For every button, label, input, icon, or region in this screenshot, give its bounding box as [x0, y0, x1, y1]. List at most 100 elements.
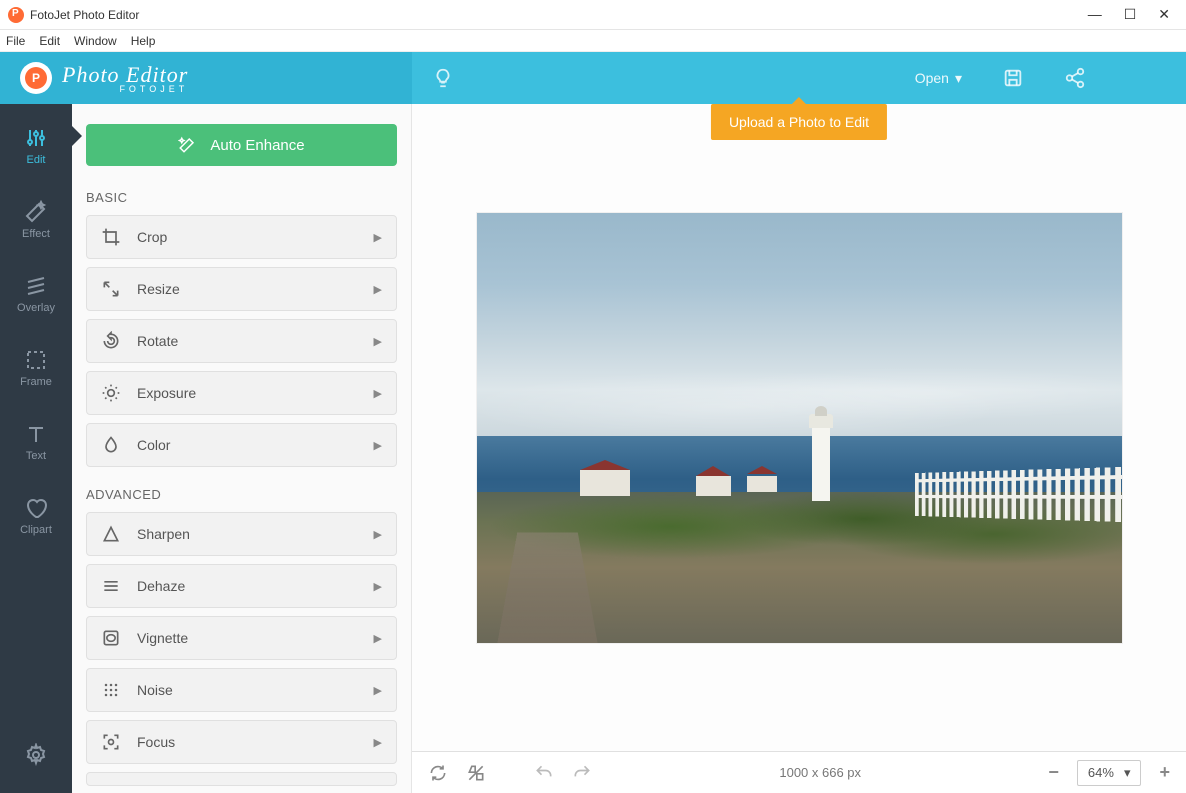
tool-label: Resize	[137, 281, 180, 297]
zoom-value: 64%	[1088, 765, 1114, 780]
caret-down-icon: ▾	[1124, 765, 1131, 781]
brand-logo-icon: P	[20, 62, 52, 94]
menu-window[interactable]: Window	[74, 34, 117, 48]
chevron-right-icon: ▶	[374, 528, 382, 541]
nav-settings[interactable]	[0, 737, 72, 773]
nav-label: Effect	[22, 228, 50, 240]
chevron-right-icon: ▶	[374, 439, 382, 452]
sliders-icon	[24, 126, 48, 150]
tool-label: Sharpen	[137, 526, 190, 542]
chevron-right-icon: ▶	[374, 632, 382, 645]
focus-icon	[101, 732, 121, 752]
tool-label: Dehaze	[137, 578, 185, 594]
app-bar: P Photo Editor FOTOJET Open ▾ Upload a P…	[0, 52, 1186, 104]
grid-dots-icon	[101, 680, 121, 700]
advanced-section-label: ADVANCED	[86, 487, 397, 502]
minimize-button[interactable]: —	[1088, 6, 1102, 23]
tool-label: Noise	[137, 682, 173, 698]
tool-sharpen[interactable]: Sharpen ▶	[86, 512, 397, 556]
tool-dehaze[interactable]: Dehaze ▶	[86, 564, 397, 608]
close-button[interactable]: ✕	[1158, 6, 1170, 23]
vignette-icon	[101, 628, 121, 648]
save-icon[interactable]	[1002, 67, 1024, 89]
texture-icon	[24, 274, 48, 298]
tool-label: Vignette	[137, 630, 188, 646]
photo-preview[interactable]	[477, 213, 1122, 643]
nav-frame[interactable]: Frame	[0, 342, 72, 394]
tool-focus[interactable]: Focus ▶	[86, 720, 397, 764]
zoom-out-button[interactable]: −	[1048, 762, 1059, 783]
share-icon[interactable]	[1064, 67, 1086, 89]
auto-enhance-button[interactable]: Auto Enhance	[86, 124, 397, 166]
menu-file[interactable]: File	[6, 34, 25, 48]
tool-label: Focus	[137, 734, 175, 750]
dimensions-label: 1000 x 666 px	[779, 765, 861, 780]
upload-tooltip: Upload a Photo to Edit	[711, 104, 887, 140]
triangle-icon	[101, 524, 121, 544]
hint-icon[interactable]	[432, 67, 454, 89]
chevron-right-icon: ▶	[374, 283, 382, 296]
zoom-in-button[interactable]: +	[1159, 762, 1170, 783]
nav-effect[interactable]: Effect	[0, 194, 72, 246]
tool-label: Exposure	[137, 385, 196, 401]
rotate-icon	[101, 331, 121, 351]
nav-edit[interactable]: Edit	[0, 120, 72, 172]
lines-icon	[101, 576, 121, 596]
nav-text[interactable]: Text	[0, 416, 72, 468]
window-titlebar: FotoJet Photo Editor — ☐ ✕	[0, 0, 1186, 30]
nav-clipart[interactable]: Clipart	[0, 490, 72, 542]
chevron-right-icon: ▶	[374, 387, 382, 400]
tool-noise[interactable]: Noise ▶	[86, 668, 397, 712]
wand-icon	[24, 200, 48, 224]
tool-vignette[interactable]: Vignette ▶	[86, 616, 397, 660]
canvas-area: 1000 x 666 px − 64% ▾ +	[412, 104, 1186, 793]
crop-icon	[101, 227, 121, 247]
auto-enhance-label: Auto Enhance	[210, 137, 304, 154]
nav-label: Frame	[20, 376, 52, 388]
refresh-icon[interactable]	[428, 763, 448, 783]
drop-icon	[101, 435, 121, 455]
tool-color[interactable]: Color ▶	[86, 423, 397, 467]
tool-exposure[interactable]: Exposure ▶	[86, 371, 397, 415]
caret-down-icon: ▾	[955, 70, 962, 87]
redo-icon[interactable]	[572, 763, 592, 783]
resize-icon	[101, 279, 121, 299]
menu-help[interactable]: Help	[131, 34, 156, 48]
maximize-button[interactable]: ☐	[1124, 6, 1137, 23]
chevron-right-icon: ▶	[374, 335, 382, 348]
tool-label: Crop	[137, 229, 167, 245]
text-icon	[24, 422, 48, 446]
edit-panel: Auto Enhance BASIC Crop ▶ Resize ▶ Rotat…	[72, 104, 412, 793]
tool-resize[interactable]: Resize ▶	[86, 267, 397, 311]
tool-label: Color	[137, 437, 170, 453]
tool-more[interactable]	[86, 772, 397, 786]
nav-label: Overlay	[17, 302, 55, 314]
gear-icon	[24, 743, 48, 767]
heart-icon	[24, 496, 48, 520]
chevron-right-icon: ▶	[374, 736, 382, 749]
undo-icon[interactable]	[534, 763, 554, 783]
tool-label: Rotate	[137, 333, 178, 349]
sun-icon	[101, 383, 121, 403]
zoom-select[interactable]: 64% ▾	[1077, 760, 1142, 786]
compare-icon[interactable]	[466, 763, 486, 783]
nav-label: Edit	[27, 154, 46, 166]
chevron-right-icon: ▶	[374, 684, 382, 697]
chevron-right-icon: ▶	[374, 580, 382, 593]
basic-section-label: BASIC	[86, 190, 397, 205]
app-logo-icon	[8, 7, 24, 23]
tool-rotate[interactable]: Rotate ▶	[86, 319, 397, 363]
tool-crop[interactable]: Crop ▶	[86, 215, 397, 259]
menu-edit[interactable]: Edit	[39, 34, 60, 48]
brand-area: P Photo Editor FOTOJET	[0, 52, 412, 104]
open-label: Open	[915, 70, 949, 86]
status-bar: 1000 x 666 px − 64% ▾ +	[412, 751, 1186, 793]
menu-bar: File Edit Window Help	[0, 30, 1186, 52]
sparkle-icon	[178, 136, 196, 154]
nav-label: Clipart	[20, 524, 52, 536]
side-nav: Edit Effect Overlay Frame Text Clipart	[0, 104, 72, 793]
window-title: FotoJet Photo Editor	[30, 8, 139, 22]
chevron-right-icon: ▶	[374, 231, 382, 244]
nav-overlay[interactable]: Overlay	[0, 268, 72, 320]
open-button[interactable]: Open ▾	[915, 70, 962, 87]
